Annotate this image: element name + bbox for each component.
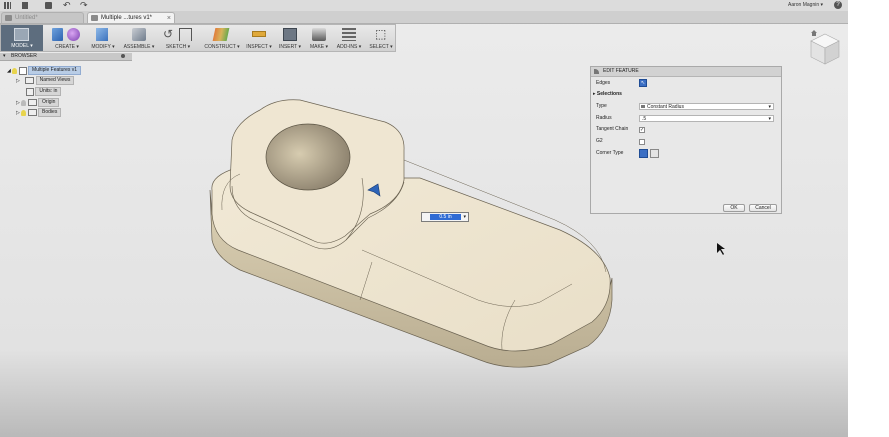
radius-value: .5 — [642, 116, 647, 122]
constant-radius-icon — [641, 105, 645, 108]
dialog-title: EDIT FEATURE — [603, 68, 639, 74]
edges-select-button[interactable]: ↖ — [639, 79, 647, 87]
viewcube[interactable] — [808, 28, 842, 68]
home-icon[interactable] — [811, 30, 817, 36]
dropdown-arrow-icon[interactable]: ▾ — [463, 214, 466, 220]
part-body[interactable] — [209, 99, 613, 368]
radius-dimension-value[interactable]: 0.5 in — [430, 214, 461, 220]
fillet-icon — [594, 69, 599, 74]
dialog-header: EDIT FEATURE — [591, 67, 781, 77]
type-dropdown[interactable]: Constant Radius ▾ — [639, 103, 774, 110]
selections-label: Selections — [596, 91, 622, 97]
type-label: Type — [596, 103, 607, 109]
chevron-down-icon: ▾ — [768, 104, 771, 110]
type-value: Constant Radius — [647, 104, 684, 110]
tangent-chain-checkbox[interactable]: ✓ — [639, 127, 645, 133]
edit-feature-dialog: EDIT FEATURE Edges ↖ ▸ Selections Type C… — [590, 66, 782, 214]
selections-group[interactable]: ▸ Selections — [593, 91, 622, 98]
radius-label: Radius — [596, 115, 612, 121]
g2-checkbox[interactable] — [639, 139, 645, 145]
chevron-down-icon: ▾ — [768, 116, 771, 122]
screen-edge — [848, 0, 889, 437]
corner-type-label: Corner Type — [596, 150, 624, 156]
g2-label: G2 — [596, 138, 603, 144]
radius-field[interactable]: .5 ▾ — [639, 115, 774, 122]
tangent-chain-label: Tangent Chain — [596, 126, 629, 132]
mouse-cursor-icon — [717, 243, 725, 255]
edges-label: Edges — [596, 80, 611, 86]
ok-button[interactable]: OK — [723, 204, 745, 212]
radius-dimension-input[interactable]: 0.5 in ▾ — [421, 212, 469, 222]
rolling-ball-corner-button[interactable] — [639, 149, 648, 158]
setback-corner-button[interactable] — [650, 149, 659, 158]
cancel-button[interactable]: Cancel — [749, 204, 777, 212]
